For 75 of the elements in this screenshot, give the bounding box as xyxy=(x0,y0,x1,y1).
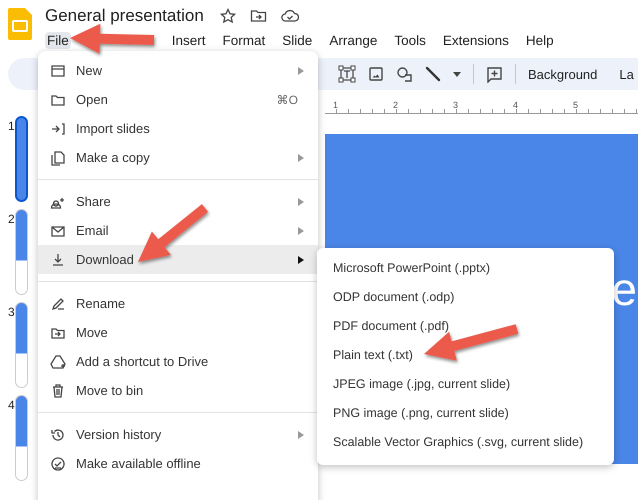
menu-entry[interactable]: Open ⌘O xyxy=(38,85,318,114)
menu-entry[interactable]: Download xyxy=(38,245,318,274)
menu-entry-label: Email xyxy=(76,223,110,238)
menu-entry[interactable]: Share xyxy=(38,187,318,216)
menu-item[interactable]: Help xyxy=(524,32,556,48)
menu-entry[interactable]: Version history xyxy=(38,420,318,449)
import-icon xyxy=(50,120,66,136)
menu-entry[interactable]: PDF document (.pdf) xyxy=(317,312,614,341)
slide-thumbnail[interactable] xyxy=(14,116,28,202)
add-comment-icon[interactable] xyxy=(486,66,503,82)
menu-entry[interactable]: Move to bin xyxy=(38,376,318,405)
window-icon xyxy=(50,62,66,78)
ruler-number: 5 xyxy=(572,100,580,112)
menu-item[interactable]: Format xyxy=(220,32,268,48)
ruler-number: 4 xyxy=(512,100,520,112)
menu-entry-label: Import slides xyxy=(76,121,151,136)
menu-entry-label: Download xyxy=(76,252,135,267)
ruler-number: 3 xyxy=(452,100,460,112)
menu-item[interactable]: Tools xyxy=(392,32,428,48)
shapes-icon[interactable] xyxy=(396,66,413,82)
slide-number: 4 xyxy=(7,397,15,414)
menu-entry[interactable]: Make available offline xyxy=(38,449,318,478)
menu-entry-label: Share xyxy=(76,194,112,209)
drive-icon xyxy=(50,354,66,370)
menu-entry-label: Rename xyxy=(76,296,126,311)
menu-entry-label: Version history xyxy=(76,427,162,442)
line-icon[interactable] xyxy=(425,66,441,82)
menu-item[interactable]: Extensions xyxy=(440,32,511,48)
menu-entry-label: Make a copy xyxy=(76,150,151,165)
menu-item[interactable]: Arrange xyxy=(327,32,380,48)
text-box-icon[interactable] xyxy=(338,65,356,83)
toolbar-button[interactable]: Background xyxy=(528,62,598,86)
menu-item[interactable]: Slide xyxy=(280,32,314,48)
ruler-number: 1 xyxy=(332,100,340,112)
menu-entry-label: Move xyxy=(76,325,109,340)
menu-entry[interactable]: Email xyxy=(38,216,318,245)
menu-entry[interactable]: Import slides xyxy=(38,114,318,143)
rename-icon xyxy=(50,296,66,312)
trash-icon xyxy=(50,382,66,398)
menu-item[interactable]: File xyxy=(45,32,71,48)
move-folder-icon[interactable] xyxy=(250,8,267,24)
menu-entry-label: New xyxy=(76,63,104,78)
menu-entry-label: Add a shortcut to Drive xyxy=(76,354,210,369)
star-icon[interactable] xyxy=(220,8,236,24)
menu-entry[interactable]: Add a shortcut to Drive xyxy=(38,347,318,376)
menu-entry-label: Open xyxy=(76,92,109,107)
slide-number: 1 xyxy=(7,118,15,135)
history-icon xyxy=(50,426,66,442)
toolbar-button[interactable]: La xyxy=(619,62,634,86)
menu-entry[interactable]: JPEG image (.jpg, current slide) xyxy=(317,370,614,399)
ruler-number: 2 xyxy=(392,100,400,112)
menu-entry[interactable]: Scalable Vector Graphics (.svg, current slide) xyxy=(317,428,614,457)
menu-entry[interactable]: Microsoft PowerPoint (.pptx) xyxy=(317,254,614,283)
menu-entry[interactable]: Make a copy xyxy=(38,143,318,172)
slide-text[interactable]: e xyxy=(611,266,637,312)
menu-entry[interactable]: PNG image (.png, current slide) xyxy=(317,399,614,428)
offline-icon xyxy=(50,456,66,472)
slide-number: 3 xyxy=(7,304,15,321)
menu-entry-label: Make available offline xyxy=(76,456,202,471)
slide-number: 2 xyxy=(7,211,15,228)
menu-entry[interactable]: Move xyxy=(38,318,318,347)
image-icon[interactable] xyxy=(368,66,384,82)
menu-entry[interactable]: New xyxy=(38,56,318,85)
download-icon xyxy=(50,252,66,268)
shortcut-text: ⌘O xyxy=(276,92,298,106)
annotation-arrow xyxy=(138,204,208,262)
menu-entry[interactable]: ODP document (.odp) xyxy=(317,283,614,312)
menu-entry-label: Move to bin xyxy=(76,383,144,398)
caret-icon[interactable] xyxy=(453,72,461,76)
menu-item[interactable]: Insert xyxy=(170,32,208,48)
cloud-icon[interactable] xyxy=(280,9,299,23)
document-title[interactable]: General presentation xyxy=(45,6,204,26)
copy-icon xyxy=(50,150,66,166)
menu-entry[interactable]: Plain text (.txt) xyxy=(317,341,614,370)
menu-entry[interactable]: Rename xyxy=(38,289,318,318)
